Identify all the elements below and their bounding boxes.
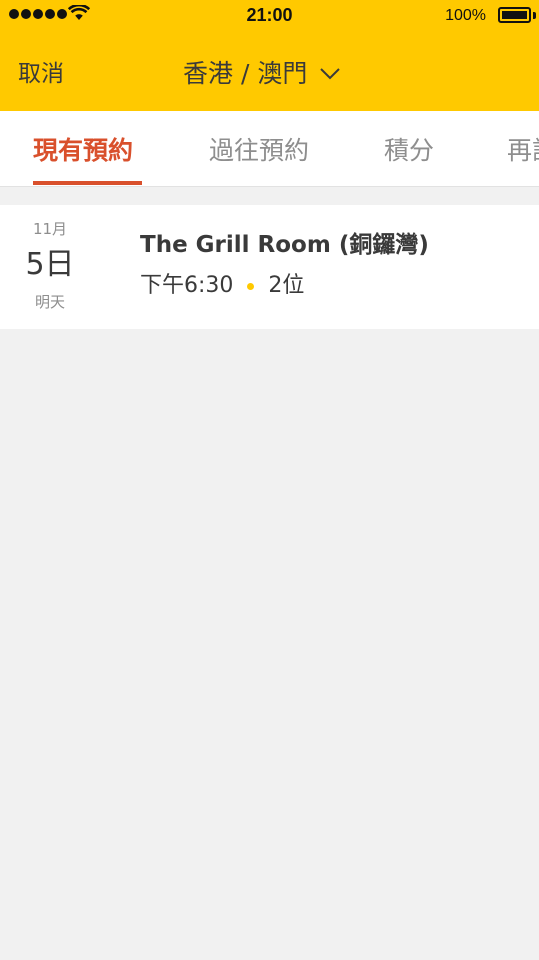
booking-time: 下午6:30	[140, 273, 234, 298]
region-selector[interactable]: 香港 / 澳門	[183, 57, 341, 91]
booking-card[interactable]: 11月 5日 明天 The Grill Room (銅鑼灣) 下午6:30 2位	[0, 205, 539, 329]
tab-bar: 現有預約 過往預約 積分 再訂	[0, 111, 539, 187]
booking-relative-day: 明天	[34, 293, 65, 311]
battery-percent: 100%	[445, 7, 486, 24]
booking-day: 5日	[25, 247, 75, 282]
party-size: 2位	[268, 273, 305, 298]
tab-rebook[interactable]: 再訂	[507, 135, 539, 167]
booking-details: 下午6:30 2位	[140, 271, 304, 301]
tab-points[interactable]: 積分	[384, 135, 434, 167]
status-bar: 21:00 100%	[0, 0, 539, 30]
header-bar: 21:00 100% 取消 香港 / 澳門	[0, 0, 539, 111]
tab-past-bookings[interactable]: 過往預約	[209, 135, 309, 167]
battery-cap	[533, 12, 536, 19]
region-label: 香港 / 澳門	[183, 59, 308, 88]
separator-dot	[247, 282, 255, 290]
chevron-down-icon	[320, 68, 341, 80]
restaurant-name: The Grill Room (銅鑼灣)	[140, 232, 429, 258]
booking-date: 11月 5日 明天	[0, 205, 100, 329]
battery-level-fill	[502, 11, 527, 19]
battery-icon	[498, 7, 531, 23]
booking-month: 11月	[32, 220, 68, 238]
cancel-button[interactable]: 取消	[18, 59, 64, 89]
active-tab-indicator	[33, 181, 142, 185]
tab-current-bookings[interactable]: 現有預約	[33, 135, 133, 167]
